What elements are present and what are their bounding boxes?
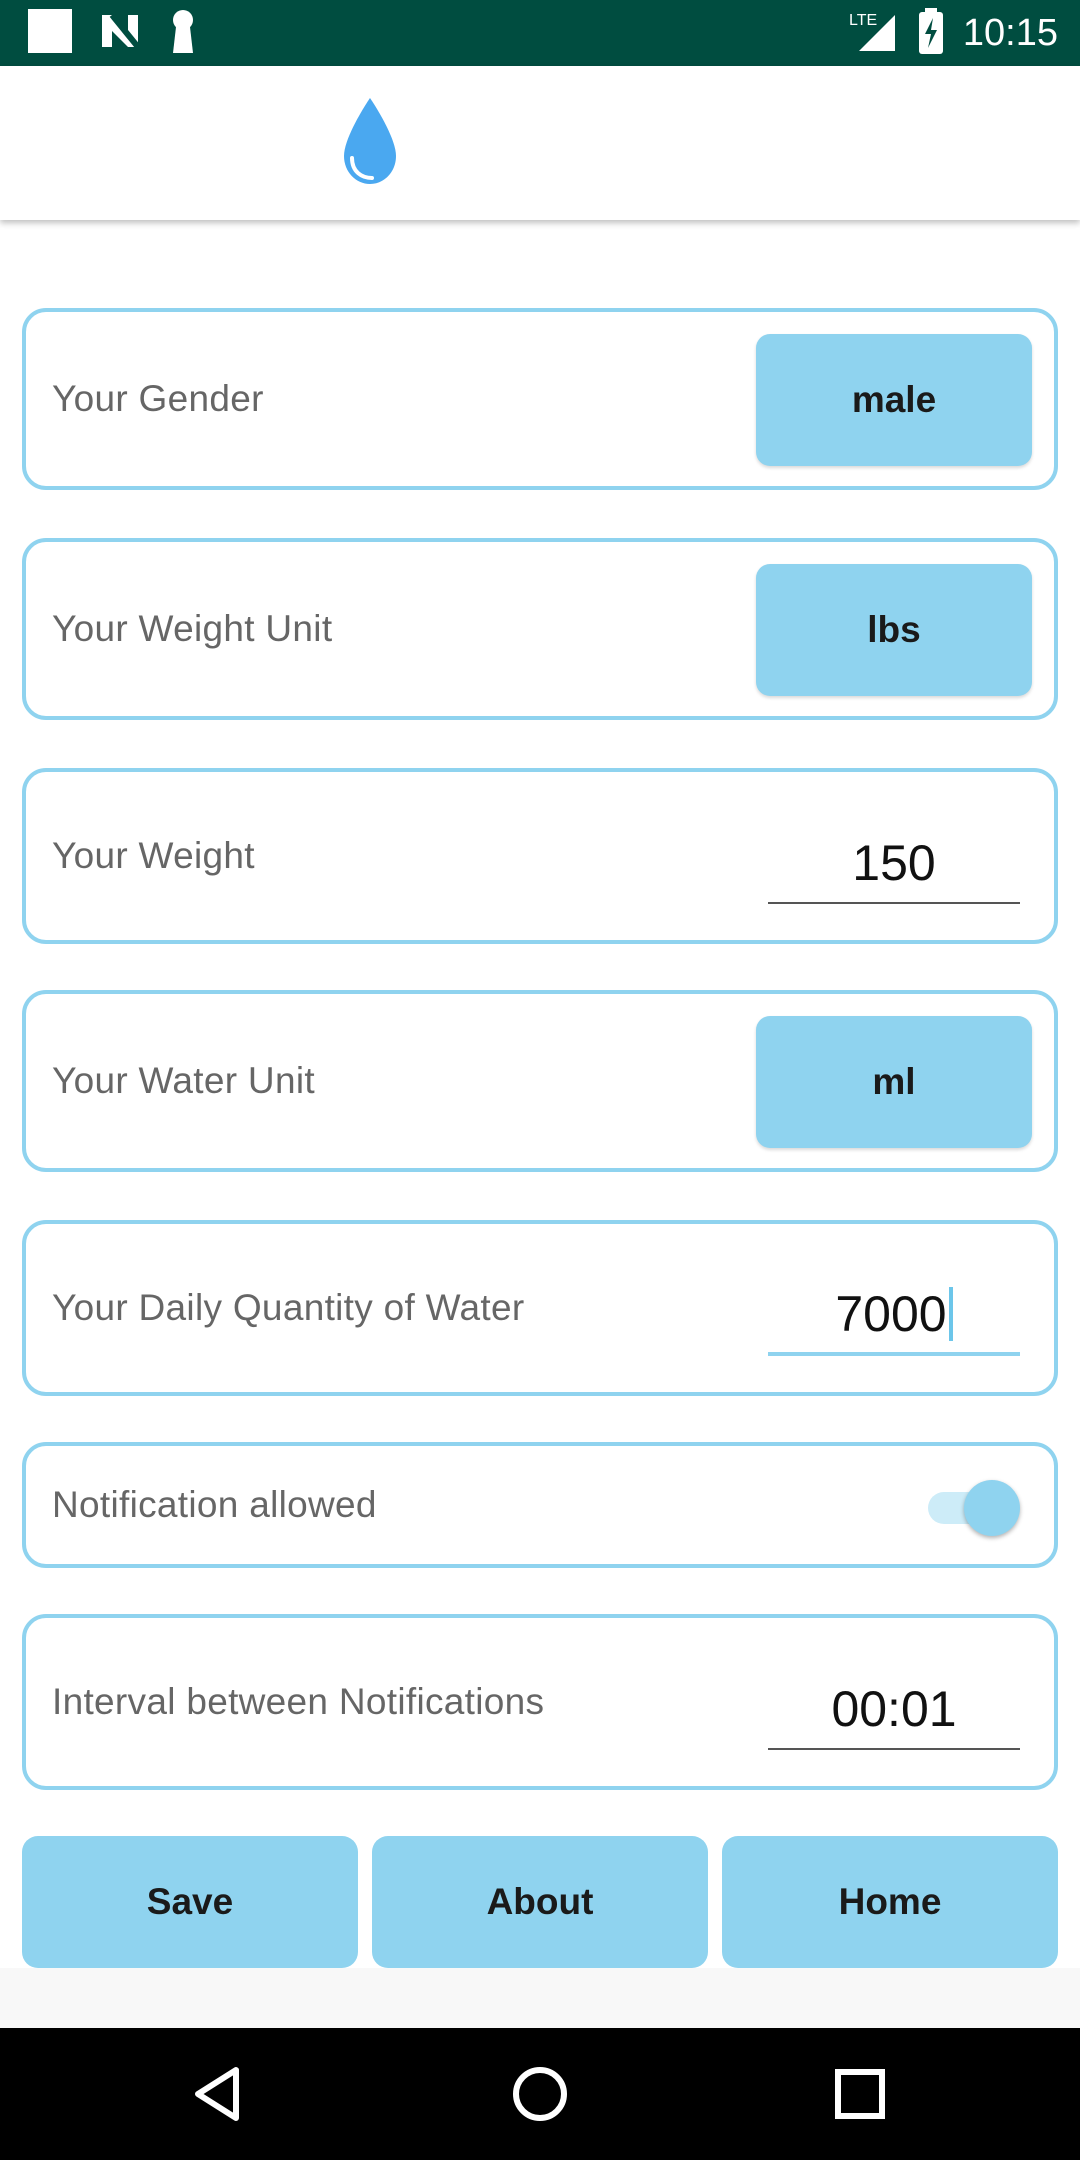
app-bar	[0, 66, 1080, 220]
system-nav-bar	[0, 2028, 1080, 2160]
water-unit-button[interactable]: ml	[756, 1016, 1032, 1148]
gender-row: Your Gender male	[22, 308, 1058, 490]
about-button[interactable]: About	[372, 1836, 708, 1968]
interval-row: Interval between Notifications 00:01	[22, 1614, 1058, 1790]
daily-quantity-input[interactable]: 7000	[768, 1276, 1020, 1356]
interval-label: Interval between Notifications	[52, 1681, 545, 1722]
back-icon[interactable]	[190, 2064, 250, 2124]
status-bar: LTE 10:15	[0, 0, 1080, 66]
weight-row: Your Weight 150	[22, 768, 1058, 944]
gender-select-button[interactable]: male	[756, 334, 1032, 466]
keyhole-icon	[168, 9, 198, 58]
weight-value: 150	[852, 835, 936, 891]
daily-quantity-value: 7000	[835, 1286, 947, 1342]
weight-unit-label: Your Weight Unit	[52, 608, 333, 649]
water-drop-icon	[344, 98, 396, 184]
network-type-label: LTE	[849, 12, 877, 29]
water-unit-label: Your Water Unit	[52, 1060, 315, 1101]
home-button[interactable]: Home	[722, 1836, 1058, 1968]
weight-label: Your Weight	[52, 835, 255, 876]
gender-label: Your Gender	[52, 378, 264, 419]
text-cursor	[948, 1287, 953, 1341]
notification-label: Notification allowed	[52, 1484, 377, 1525]
signal-icon: LTE	[849, 9, 899, 58]
n-logo-icon	[100, 11, 141, 56]
interval-input[interactable]: 00:01	[768, 1670, 1020, 1750]
notification-toggle[interactable]	[928, 1474, 1020, 1538]
daily-quantity-label: Your Daily Quantity of Water	[52, 1287, 525, 1328]
weight-input[interactable]: 150	[768, 824, 1020, 904]
recents-icon[interactable]	[830, 2064, 890, 2124]
settings-form: Your Gender male Your Weight Unit lbs Yo…	[0, 220, 1080, 1968]
water-unit-row: Your Water Unit ml	[22, 990, 1058, 1172]
notification-square-icon	[28, 8, 72, 58]
weight-unit-row: Your Weight Unit lbs	[22, 538, 1058, 720]
toggle-thumb	[964, 1480, 1020, 1536]
notification-row: Notification allowed	[22, 1442, 1058, 1568]
clock: 10:15	[962, 11, 1058, 54]
home-icon[interactable]	[510, 2064, 570, 2124]
battery-icon	[917, 7, 945, 59]
daily-quantity-row: Your Daily Quantity of Water 7000	[22, 1220, 1058, 1396]
save-button[interactable]: Save	[22, 1836, 358, 1968]
weight-unit-button[interactable]: lbs	[756, 564, 1032, 696]
bottom-spacer	[0, 1968, 1080, 2028]
interval-value: 00:01	[831, 1681, 957, 1737]
